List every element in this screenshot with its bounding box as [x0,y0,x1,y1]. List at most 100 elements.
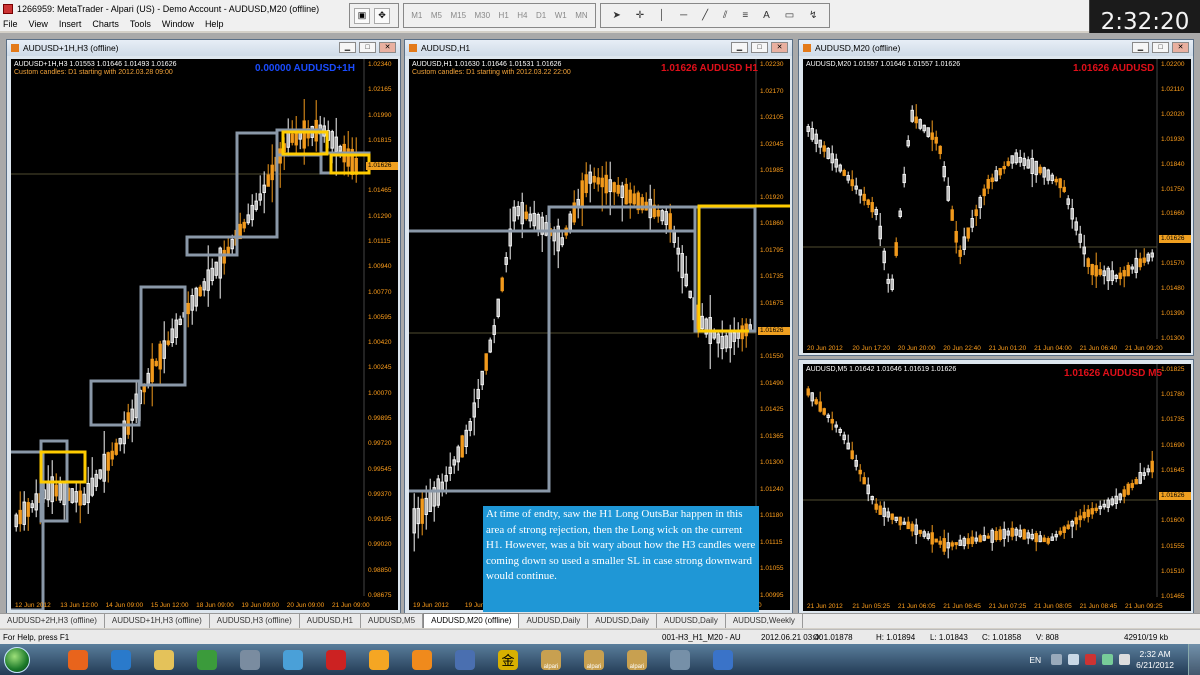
sun-tool-icon [369,649,389,670]
taskbar-picture-viewer-button[interactable] [272,646,314,674]
trendline-icon[interactable]: ╱ [702,10,708,21]
fibonacci-icon[interactable]: ≡ [742,10,748,21]
price-axis-label: 1.02340 [368,61,392,68]
candle-body [942,538,946,552]
time-axis-label: 13 Jun 12:00 [60,602,98,609]
text-tool-icon[interactable]: A [763,10,770,21]
start-button[interactable] [0,644,34,675]
chart-canvas[interactable]: AUDUSD,M5 1.01642 1.01646 1.01619 1.0162… [803,364,1191,611]
timeframe-m30[interactable]: M30 [475,11,491,20]
menu-file[interactable]: File [3,19,18,29]
taskbar-alpari-1-button[interactable]: alpari [530,646,572,674]
chart-window-audusd-m5[interactable]: AUDUSD,M5 1.01642 1.01646 1.01619 1.0162… [798,359,1194,614]
candle-body [26,502,30,517]
crosshair-tool-icon[interactable]: ✛ [636,10,644,21]
thunderbird-icon [455,649,475,670]
channel-icon[interactable]: ⫽ [723,10,727,21]
candle-body [990,177,994,183]
taskbar-teamviewer-button[interactable] [100,646,142,674]
menu-insert[interactable]: Insert [59,19,82,29]
price-axis-label: 1.01825 [1161,366,1185,373]
security-icon[interactable] [1085,654,1097,665]
vertical-line-icon[interactable]: │ [659,10,665,21]
taskbar-alpari-2-button[interactable]: alpari [573,646,615,674]
candle-body [1006,161,1010,166]
menu-tools[interactable]: Tools [130,19,151,29]
menu-charts[interactable]: Charts [92,19,119,29]
update-icon[interactable] [1102,654,1114,665]
teamviewer-icon [111,649,131,670]
candle-body [1062,186,1066,192]
chart-tab[interactable]: AUDUSD,Daily [519,614,589,628]
taskbar-pdf-reader-button[interactable] [315,646,357,674]
taskbar-media-player-button[interactable] [401,646,443,674]
trade-note-annotation[interactable]: At time of endty, saw the H1 Long OutsBa… [483,506,759,612]
minimize-button[interactable]: ▁ [339,42,356,53]
close-button[interactable]: ✕ [771,42,788,53]
horizontal-line-icon[interactable]: ─ [680,10,687,21]
price-axis-label: 0.99020 [368,541,392,549]
price-axis-label: 1.01735 [1161,416,1185,424]
menu-help[interactable]: Help [205,19,224,29]
tray-clock[interactable]: 2:32 AM 6/21/2012 [1136,649,1174,671]
candle-body [878,505,882,515]
timeframe-h4[interactable]: H4 [517,11,527,20]
taskbar-display-tool-button[interactable] [659,646,701,674]
status-help-text: For Help, press F1 [3,633,70,642]
taskbar-folder-button[interactable] [143,646,185,674]
timeframe-mn[interactable]: MN [575,11,587,20]
chart-window-titlebar[interactable]: AUDUSD,H1 ▁ □ ✕ [405,40,792,56]
price-axis-label: 1.01920 [760,193,784,201]
chart-tab[interactable]: AUDUSD,Daily [588,614,658,628]
chart-tab[interactable]: AUDUSD,M20 (offline) [423,613,520,628]
chart-tab[interactable]: AUDUSD,H3 (offline) [210,614,300,628]
taskbar-download-tool-button[interactable] [186,646,228,674]
navigator-button[interactable]: ✥ [374,7,390,24]
chart-properties-button[interactable]: ▣ [354,7,370,24]
chart-tab[interactable]: AUDUSD+1H,H3 (offline) [105,614,210,628]
chart-window-titlebar[interactable]: AUDUSD+1H,H3 (offline) ▁ □ ✕ [7,40,400,56]
chart-tab[interactable]: AUDUSD,H1 [300,614,361,628]
status-traffic: 42910/19 kb [1124,633,1169,642]
timeframe-m1[interactable]: M1 [411,11,422,20]
arrows-tool-icon[interactable]: ↯ [809,10,817,21]
taskbar-calculator-button[interactable] [229,646,271,674]
maximize-button[interactable]: □ [359,42,376,53]
taskbar-firefox-button[interactable] [57,646,99,674]
close-button[interactable]: ✕ [379,42,396,53]
chart-window-titlebar[interactable]: AUDUSD,M20 (offline) ▁ □ ✕ [799,40,1193,56]
taskbar-sun-tool-button[interactable] [358,646,400,674]
volume-icon[interactable] [1068,654,1080,665]
menu-window[interactable]: Window [162,19,194,29]
flag-icon[interactable] [1119,654,1131,665]
timeframe-h1[interactable]: H1 [499,11,509,20]
chart-canvas[interactable]: AUDUSD,M20 1.01557 1.01646 1.01557 1.016… [803,59,1191,353]
chart-tab[interactable]: AUDUSD,M5 [361,614,424,628]
minimize-button[interactable]: ▁ [731,42,748,53]
chart-canvas[interactable]: AUDUSD+1H,H3 1.01553 1.01646 1.01493 1.0… [11,59,398,610]
timeframe-d1[interactable]: D1 [536,11,546,20]
chart-tab[interactable]: AUDUSD,Daily [657,614,726,628]
network-icon[interactable] [1051,654,1063,665]
chart-window-audusd-m20[interactable]: AUDUSD,M20 (offline) ▁ □ ✕ AUDUSD,M20 1.… [798,39,1194,356]
timeframe-m15[interactable]: M15 [450,11,466,20]
maximize-button[interactable]: □ [751,42,768,53]
cursor-tool-icon[interactable]: ➤ [612,10,620,21]
chart-tab[interactable]: AUDUSD,Weekly [726,614,803,628]
show-desktop-button[interactable] [1188,644,1200,675]
taskbar-thunderbird-button[interactable] [444,646,486,674]
label-tool-icon[interactable]: ▭ [785,10,794,21]
timeframe-m5[interactable]: M5 [431,11,442,20]
menu-view[interactable]: View [29,19,48,29]
language-indicator[interactable]: EN [1029,655,1041,665]
chart-window-audusd-h3[interactable]: AUDUSD+1H,H3 (offline) ▁ □ ✕ AUDUSD+1H,H… [6,39,401,614]
chart-info: AUDUSD+1H,H3 1.01553 1.01646 1.01493 1.0… [14,61,176,77]
maximize-button[interactable]: □ [1152,42,1169,53]
close-button[interactable]: ✕ [1172,42,1189,53]
chart-tab[interactable]: AUDUSD+2H,H3 (offline) [0,614,105,628]
minimize-button[interactable]: ▁ [1132,42,1149,53]
taskbar-chinese-app-button[interactable]: 金 [487,646,529,674]
taskbar-itunes-button[interactable] [702,646,744,674]
taskbar-alpari-3-button[interactable]: alpari [616,646,658,674]
timeframe-w1[interactable]: W1 [555,11,567,20]
